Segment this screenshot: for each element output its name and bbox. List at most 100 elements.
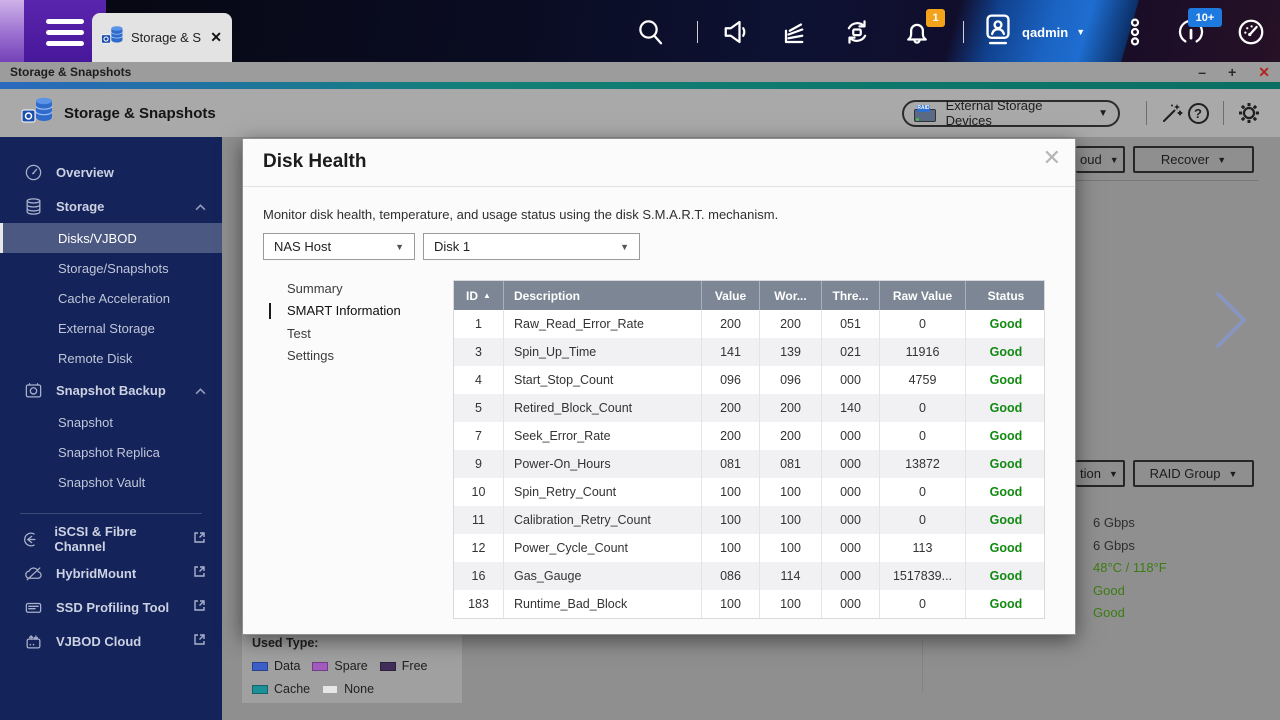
tab-test[interactable]: Test xyxy=(283,322,401,345)
sidebar-item-storage[interactable]: Storage xyxy=(0,189,222,223)
sidebar-item-snapshot[interactable]: Snapshot xyxy=(0,407,222,437)
nas-host-select[interactable]: NAS Host ▼ xyxy=(263,233,415,260)
table-row[interactable]: 1Raw_Read_Error_Rate2002000510Good xyxy=(454,310,1044,338)
kebab-menu-icon[interactable] xyxy=(1120,17,1150,47)
tab-smart-information[interactable]: SMART Information xyxy=(283,300,401,323)
table-row[interactable]: 11Calibration_Retry_Count1001000000Good xyxy=(454,506,1044,534)
qnap-desktop: Storage & S... ✕ 1 qadmin ▼ xyxy=(0,0,1280,720)
sidebar-item-storage-snapshots[interactable]: Storage/Snapshots xyxy=(0,253,222,283)
table-row[interactable]: 7Seek_Error_Rate2002000000Good xyxy=(454,422,1044,450)
table-cell: 100 xyxy=(760,506,822,534)
tab-close-icon[interactable]: ✕ xyxy=(208,29,224,46)
legend-title: Used Type: xyxy=(252,636,452,650)
table-cell: 000 xyxy=(822,450,880,478)
table-cell: 140 xyxy=(822,394,880,422)
table-cell: 12 xyxy=(454,534,504,562)
disk-select[interactable]: Disk 1 ▼ xyxy=(423,233,640,260)
legend-item-free: Free xyxy=(380,659,428,673)
sidebar-item-snapshot-vault[interactable]: Snapshot Vault xyxy=(0,467,222,497)
table-row[interactable]: 9Power-On_Hours08108100013872Good xyxy=(454,450,1044,478)
table-cell: Power_Cycle_Count xyxy=(504,534,702,562)
device-selector-button[interactable]: RAID External Storage Devices ▼ xyxy=(902,100,1120,127)
sidebar-item-vjbod-cloud[interactable]: VJBOD Cloud xyxy=(0,624,222,658)
sidebar-item-overview[interactable]: Overview xyxy=(0,155,222,189)
table-cell: 081 xyxy=(760,450,822,478)
column-header[interactable]: Thre... xyxy=(822,281,880,310)
action-button-partial[interactable]: tion▼ xyxy=(1076,460,1125,487)
column-header[interactable]: Description xyxy=(504,281,702,310)
raid-group-button[interactable]: RAID Group▼ xyxy=(1133,460,1254,487)
table-row[interactable]: 16Gas_Gauge0861140001517839...Good xyxy=(454,562,1044,590)
announcement-icon[interactable] xyxy=(722,17,752,47)
chevron-up-icon[interactable] xyxy=(195,383,206,398)
sidebar-item-label: Storage xyxy=(56,199,104,214)
table-cell: 100 xyxy=(760,534,822,562)
table-cell: 4 xyxy=(454,366,504,394)
sidebar-item-hybridmount[interactable]: HybridMount xyxy=(0,556,222,590)
sidebar-item-label: VJBOD Cloud xyxy=(56,634,141,649)
dialog-close-icon[interactable]: ✕ xyxy=(1043,145,1061,171)
table-row[interactable]: 3Spin_Up_Time14113902111916Good xyxy=(454,338,1044,366)
external-link-icon xyxy=(193,633,206,649)
tab-summary[interactable]: Summary xyxy=(283,277,401,300)
status-value: Good xyxy=(966,562,1046,590)
sidebar-navigation: Overview Storage Disks/VJBOD Storage/Sna… xyxy=(0,137,222,720)
help-icon[interactable]: ? xyxy=(1185,100,1211,126)
dashboard-icon[interactable] xyxy=(1236,17,1266,47)
settings-gear-icon[interactable] xyxy=(1236,100,1262,126)
chevron-down-icon: ▼ xyxy=(1110,155,1119,165)
sidebar-item-snapshot-backup[interactable]: Snapshot Backup xyxy=(0,373,222,407)
table-cell: 141 xyxy=(702,338,760,366)
background-tasks-icon[interactable] xyxy=(781,17,811,47)
sidebar-item-iscsi-fibre-channel[interactable]: iSCSI & Fibre Channel xyxy=(0,522,222,556)
tab-settings[interactable]: Settings xyxy=(283,345,401,368)
cloud-button-partial[interactable]: oud▼ xyxy=(1076,146,1125,173)
legend-swatch xyxy=(312,662,328,671)
chevron-up-icon[interactable] xyxy=(195,199,206,214)
user-name: qadmin xyxy=(1022,25,1068,40)
app-header: Storage & Snapshots RAID External Storag… xyxy=(0,89,1280,137)
status-value: Good xyxy=(966,338,1046,366)
table-cell: 113 xyxy=(880,534,966,562)
chevron-down-icon: ▼ xyxy=(395,242,404,252)
sidebar-item-remote-disk[interactable]: Remote Disk xyxy=(0,343,222,373)
sidebar-item-cache-acceleration[interactable]: Cache Acceleration xyxy=(0,283,222,313)
sidebar-item-label: Snapshot Vault xyxy=(58,475,145,490)
window-maximize-button[interactable]: + xyxy=(1228,62,1236,82)
sidebar-item-disks-vjbod[interactable]: Disks/VJBOD xyxy=(0,223,222,253)
storage-snapshots-app-icon xyxy=(100,25,124,51)
column-header[interactable]: Wor... xyxy=(760,281,822,310)
table-cell: Runtime_Bad_Block xyxy=(504,590,702,618)
topbar-separator xyxy=(963,21,964,43)
window-close-button[interactable]: ✕ xyxy=(1258,62,1270,82)
user-menu[interactable]: qadmin ▼ xyxy=(982,14,1085,50)
table-cell: 000 xyxy=(822,478,880,506)
table-cell: 0 xyxy=(880,506,966,534)
column-header[interactable]: Raw Value xyxy=(880,281,966,310)
table-row[interactable]: 183Runtime_Bad_Block1001000000Good xyxy=(454,590,1044,618)
sidebar-item-external-storage[interactable]: External Storage xyxy=(0,313,222,343)
recover-button[interactable]: Recover▼ xyxy=(1133,146,1254,173)
wizard-wand-icon[interactable] xyxy=(1159,100,1185,126)
table-cell: 1517839... xyxy=(880,562,966,590)
gauge-icon xyxy=(22,163,44,182)
table-cell: Gas_Gauge xyxy=(504,562,702,590)
search-icon[interactable] xyxy=(636,17,666,47)
column-header[interactable]: ID▲ xyxy=(454,281,504,310)
sync-backup-icon[interactable] xyxy=(842,17,872,47)
carousel-next-icon[interactable] xyxy=(1208,288,1254,357)
table-row[interactable]: 4Start_Stop_Count0960960004759Good xyxy=(454,366,1044,394)
sidebar-item-ssd-profiling-tool[interactable]: SSD Profiling Tool xyxy=(0,590,222,624)
sort-ascending-icon: ▲ xyxy=(483,291,491,300)
column-header[interactable]: Value xyxy=(702,281,760,310)
column-header[interactable]: Status xyxy=(966,281,1046,310)
table-cell: 200 xyxy=(702,422,760,450)
app-tab-storage-snapshots[interactable]: Storage & S... ✕ xyxy=(92,13,232,62)
table-row[interactable]: 10Spin_Retry_Count1001000000Good xyxy=(454,478,1044,506)
table-row[interactable]: 12Power_Cycle_Count100100000113Good xyxy=(454,534,1044,562)
window-minimize-button[interactable]: – xyxy=(1198,62,1206,82)
table-row[interactable]: 5Retired_Block_Count2002001400Good xyxy=(454,394,1044,422)
disk-info-line: Good xyxy=(1093,580,1167,603)
table-cell: 200 xyxy=(760,422,822,450)
sidebar-item-snapshot-replica[interactable]: Snapshot Replica xyxy=(0,437,222,467)
